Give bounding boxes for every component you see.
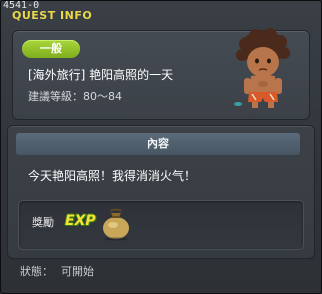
status-colon: ：: [42, 265, 53, 278]
money-bag-icon[interactable]: [98, 205, 134, 241]
reward-label: 獎勵: [32, 216, 54, 229]
level-colon: ：: [72, 90, 83, 103]
level-label: 建議等級: [28, 90, 72, 103]
status-label: 狀態: [20, 265, 42, 278]
npc-portrait-icon: [234, 28, 290, 108]
quest-category-badge: 一般: [22, 40, 80, 58]
recommended-level: 建議等級：80～84: [28, 90, 122, 103]
quest-status: 狀態： 可開始: [20, 265, 94, 279]
quest-name: [海外旅行] 艳阳高照的一天: [28, 68, 174, 82]
status-value: 可開始: [61, 265, 94, 278]
level-range: 80～84: [83, 90, 122, 103]
reward-panel: [18, 200, 304, 250]
quest-description: 今天艳阳高照！我得消消火气！: [28, 169, 197, 183]
exp-icon: EXP: [65, 213, 96, 229]
window-title: QUEST INFO: [12, 9, 93, 22]
content-header: 內容: [16, 133, 300, 155]
